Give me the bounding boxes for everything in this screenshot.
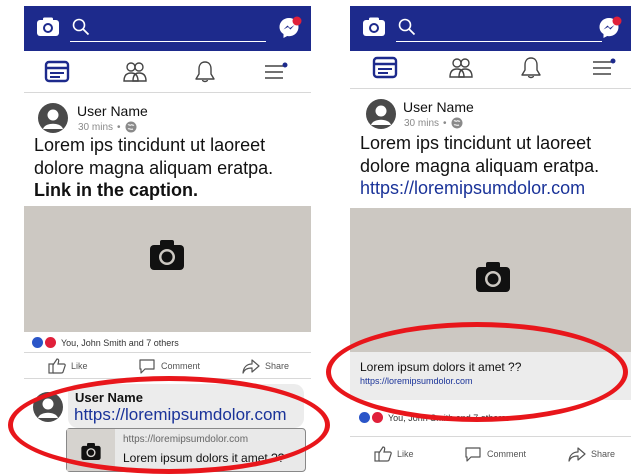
search-icon [72, 18, 90, 36]
post-text-line-2: dolore magna aliquam eratpa. [34, 158, 274, 178]
link-preview-url: https://loremipsumdolor.com [360, 376, 473, 386]
like-reaction-icon [32, 337, 43, 348]
post-link[interactable]: https://loremipsumdolor.com [360, 178, 585, 199]
reactions-text: You, John Smith and 7 others [61, 337, 179, 348]
search-icon [398, 18, 416, 36]
globe-icon [125, 121, 137, 133]
link-preview-thumbnail [67, 429, 115, 471]
comment-icon [139, 359, 155, 374]
like-button[interactable]: Like [374, 446, 414, 462]
camera-icon[interactable] [362, 17, 386, 37]
post-user-name[interactable]: User Name [77, 103, 148, 119]
messenger-icon[interactable] [277, 15, 303, 41]
comment-label: Comment [161, 361, 201, 371]
news-feed-icon[interactable] [44, 60, 70, 84]
post-meta: 30 mins • [404, 117, 463, 129]
link-preview-title: Lorem ipsum dolors it amet ?? [360, 360, 522, 374]
menu-icon[interactable] [590, 56, 616, 80]
link-preview-card[interactable]: https://loremipsumdolor.com Lorem ipsum … [66, 428, 306, 472]
comment-button[interactable]: Comment [138, 358, 200, 374]
camera-icon [81, 443, 101, 460]
notifications-icon[interactable] [192, 60, 218, 84]
comment-label: Comment [487, 449, 527, 459]
post-text-line-2: dolore magna aliquam eratpa. [360, 156, 600, 176]
nav-bar [24, 51, 311, 93]
reactions-text: You, John Smith and 7 others [388, 412, 506, 423]
like-reaction-icon [359, 412, 370, 423]
reactions-summary[interactable]: You, John Smith and 7 others [32, 337, 179, 348]
comment-link[interactable]: https://loremipsumdolor.com [74, 405, 287, 425]
comment-button[interactable]: Comment [464, 446, 526, 462]
like-icon [48, 358, 66, 374]
search-underline [396, 40, 602, 42]
like-label: Like [71, 361, 88, 371]
right-phone-mockup: User Name 30 mins • Lorem ips tincidunt … [350, 0, 631, 475]
link-preview-title: Lorem ipsum dolors it amet ?? [123, 451, 285, 465]
share-label: Share [591, 449, 616, 459]
camera-icon [476, 262, 510, 292]
camera-icon [150, 240, 184, 270]
share-icon [242, 359, 260, 374]
news-feed-icon[interactable] [372, 56, 398, 80]
top-bar [350, 6, 631, 51]
left-phone-mockup: User Name 30 mins • Lorem ips tincidunt … [24, 0, 311, 475]
post-text-line-1: Lorem ips tincidunt ut laoreet [360, 133, 592, 153]
like-icon [374, 446, 392, 462]
post-time: 30 mins [404, 117, 440, 129]
divider [24, 352, 311, 353]
post-user-name[interactable]: User Name [403, 99, 474, 115]
meta-separator: • [443, 117, 447, 129]
friends-icon[interactable] [448, 56, 474, 80]
love-reaction-icon [372, 412, 383, 423]
avatar[interactable] [366, 99, 396, 129]
comment-avatar[interactable] [33, 392, 63, 422]
share-icon [568, 447, 586, 462]
post-caption-note: Link in the caption. [34, 180, 199, 200]
camera-icon[interactable] [36, 17, 60, 37]
link-preview-url: https://loremipsumdolor.com [123, 434, 249, 445]
post-text-line-1: Lorem ips tincidunt ut laoreet [34, 135, 266, 155]
avatar[interactable] [38, 103, 68, 133]
search-input[interactable] [70, 16, 266, 42]
love-reaction-icon [45, 337, 56, 348]
top-bar [24, 6, 311, 51]
comment-user-name[interactable]: User Name [75, 390, 143, 405]
search-input[interactable] [396, 16, 602, 42]
search-underline [70, 40, 266, 42]
post-time: 30 mins [78, 121, 114, 133]
like-label: Like [397, 449, 414, 459]
nav-bar [350, 47, 631, 89]
share-button[interactable]: Share [242, 358, 289, 374]
globe-icon [451, 117, 463, 129]
share-button[interactable]: Share [568, 446, 615, 462]
comment-icon [465, 447, 481, 462]
post-photo[interactable] [350, 208, 631, 352]
divider [24, 378, 311, 379]
share-label: Share [265, 361, 290, 371]
post-meta: 30 mins • [78, 121, 137, 133]
meta-separator: • [117, 121, 121, 133]
link-preview-card[interactable]: Lorem ipsum dolors it amet ?? https://lo… [350, 352, 631, 400]
menu-icon[interactable] [262, 60, 288, 84]
friends-icon[interactable] [122, 60, 148, 84]
divider [350, 436, 631, 437]
messenger-icon[interactable] [597, 15, 623, 41]
notifications-icon[interactable] [518, 56, 544, 80]
like-button[interactable]: Like [48, 358, 88, 374]
post-photo[interactable] [24, 206, 311, 332]
reactions-summary[interactable]: You, John Smith and 7 others [359, 412, 506, 423]
